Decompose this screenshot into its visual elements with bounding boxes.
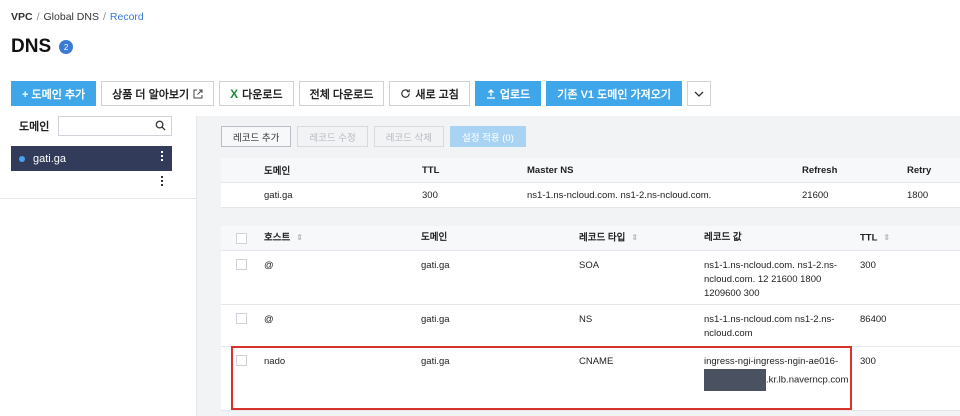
master-ns-cell: ns1-1.ns-ncloud.com. ns1-2.ns-ncloud.com… [527, 189, 712, 201]
refresh-icon [401, 89, 411, 98]
record-value-suffix: .kr.lb.naverncp.com [766, 374, 849, 386]
table-row[interactable]: nado gati.ga CNAME ingress-ngi-ingress-n… [221, 347, 960, 411]
sort-icon[interactable]: ⇕ [883, 231, 890, 245]
download-label: 다운로드 [242, 88, 283, 101]
domain-sidebar: 도메인 gati.ga [11, 116, 172, 196]
add-domain-button[interactable]: + 도메인 추가 [11, 81, 97, 106]
column-header-record-type[interactable]: 레코드 타입 ⇕ [579, 231, 704, 246]
column-header-domain: 도메인 [421, 232, 448, 243]
apply-settings-button[interactable]: 설정 적용 (0) [450, 126, 526, 147]
table-header: 도메인 TTL Master NS Refresh Retry [221, 158, 960, 183]
column-header-ttl[interactable]: TTL ⇕ [860, 231, 960, 246]
domain-cell: gati.ga [264, 189, 293, 201]
more-menu-button[interactable] [687, 81, 711, 106]
upload-label: 업로드 [499, 88, 531, 101]
learn-more-label: 상품 더 알아보기 [112, 88, 190, 101]
row-checkbox[interactable] [236, 313, 247, 324]
table-row[interactable]: @ gati.ga SOA ns1-1.ns-ncloud.com. ns1-2… [221, 251, 960, 305]
download-button[interactable]: X 다운로드 [219, 81, 294, 106]
table-row: gati.ga 300 ns1-1.ns-ncloud.com. ns1-2.n… [221, 183, 960, 208]
breadcrumb: VPC / Global DNS / Record [11, 11, 144, 23]
record-type-cell: NS [579, 314, 593, 325]
host-cell: nado [264, 356, 286, 367]
record-table: 호스트 ⇕ 도메인 레코드 타입 ⇕ 레코드 값 TTL ⇕ @ gati.ga SO… [221, 226, 960, 411]
row-checkbox[interactable] [236, 259, 247, 270]
record-type-cell: SOA [579, 260, 600, 271]
ttl-cell: 300 [860, 356, 876, 367]
delete-record-button[interactable]: 레코드 삭제 [373, 126, 445, 147]
ttl-cell: 86400 [860, 314, 887, 325]
sidebar-item-empty [11, 171, 172, 196]
toolbar: + 도메인 추가 상품 더 알아보기 X 다운로드 전체 다운로드 새로 고침 … [11, 81, 711, 106]
domain-cell: gati.ga [421, 260, 450, 271]
column-header-domain: 도메인 [264, 166, 291, 177]
breadcrumb-record[interactable]: Record [110, 11, 144, 23]
title-row: DNS 2 [11, 36, 74, 58]
row-checkbox[interactable] [236, 355, 247, 366]
kebab-menu-icon[interactable] [161, 176, 164, 186]
chevron-down-icon [694, 91, 704, 97]
breadcrumb-separator: / [102, 11, 106, 23]
ttl-cell: 300 [860, 260, 876, 271]
excel-icon: X [230, 86, 239, 101]
domain-info-table: 도메인 TTL Master NS Refresh Retry gati.ga … [221, 158, 960, 208]
learn-more-button[interactable]: 상품 더 알아보기 [101, 81, 215, 106]
sidebar-header: 도메인 [11, 116, 172, 136]
record-type-cell: CNAME [579, 356, 614, 367]
kebab-menu-icon[interactable] [161, 151, 164, 161]
host-cell: @ [264, 314, 274, 325]
sort-icon[interactable]: ⇕ [296, 231, 303, 245]
breadcrumb-separator: / [36, 11, 40, 23]
select-all-checkbox[interactable] [236, 232, 247, 244]
domain-cell: gati.ga [421, 314, 450, 325]
sidebar-divider [0, 198, 196, 199]
search-icon[interactable] [155, 120, 166, 131]
record-value-prefix: ingress-ngi-ingress-ngin-ae016- [704, 356, 839, 367]
count-badge: 2 [59, 40, 74, 54]
add-record-button[interactable]: 레코드 추가 [221, 126, 292, 147]
record-value-cell: ns1-1.ns-ncloud.com ns1-2.ns-ncloud.com [704, 314, 835, 339]
column-header-host[interactable]: 호스트 ⇕ [264, 231, 421, 246]
breadcrumb-global-dns[interactable]: Global DNS [44, 11, 99, 23]
host-cell: @ [264, 260, 274, 271]
external-link-icon [193, 89, 203, 98]
sidebar-item-gati-ga[interactable]: gati.ga [11, 146, 172, 171]
record-action-bar: 레코드 추가 레코드 수정 레코드 삭제 설정 적용 (0) [221, 126, 526, 147]
table-row[interactable]: @ gati.ga NS ns1-1.ns-ncloud.com ns1-2.n… [221, 305, 960, 347]
edit-record-button[interactable]: 레코드 수정 [297, 126, 368, 147]
selected-dot-icon [19, 155, 25, 162]
refresh-cell: 21600 [802, 189, 829, 201]
page-title: DNS [11, 36, 52, 57]
import-v1-domain-button[interactable]: 기존 V1 도메인 가져오기 [546, 81, 682, 106]
download-all-button[interactable]: 전체 다운로드 [298, 81, 385, 106]
sort-icon[interactable]: ⇕ [631, 231, 638, 245]
upload-icon [486, 88, 495, 99]
column-header-refresh: Refresh [802, 164, 838, 176]
column-header-master-ns: Master NS [527, 164, 574, 176]
sidebar-label: 도메인 [19, 121, 50, 133]
retry-cell: 1800 [907, 189, 929, 201]
breadcrumb-vpc[interactable]: VPC [11, 11, 33, 23]
domain-search-input[interactable] [58, 116, 172, 136]
refresh-button[interactable]: 새로 고침 [389, 81, 470, 106]
sidebar-item-label: gati.ga [33, 152, 67, 165]
table-header: 호스트 ⇕ 도메인 레코드 타입 ⇕ 레코드 값 TTL ⇕ [221, 226, 960, 251]
redacted-block [704, 369, 766, 391]
record-value-cell: ns1-1.ns-ncloud.com. ns1-2.ns-ncloud.com… [704, 260, 838, 299]
column-header-record-value: 레코드 값 [704, 232, 742, 243]
ttl-cell: 300 [422, 189, 438, 201]
domain-cell: gati.ga [421, 356, 450, 367]
column-header-retry: Retry [907, 164, 932, 176]
records-panel: 레코드 추가 레코드 수정 레코드 삭제 설정 적용 (0) 도메인 TTL M… [197, 116, 960, 416]
record-value-cell: ingress-ngi-ingress-ngin-ae016- .kr.lb.n… [704, 347, 860, 410]
upload-button[interactable]: 업로드 [474, 81, 542, 106]
column-header-ttl: TTL [422, 164, 440, 176]
refresh-label: 새로 고침 [415, 88, 459, 101]
